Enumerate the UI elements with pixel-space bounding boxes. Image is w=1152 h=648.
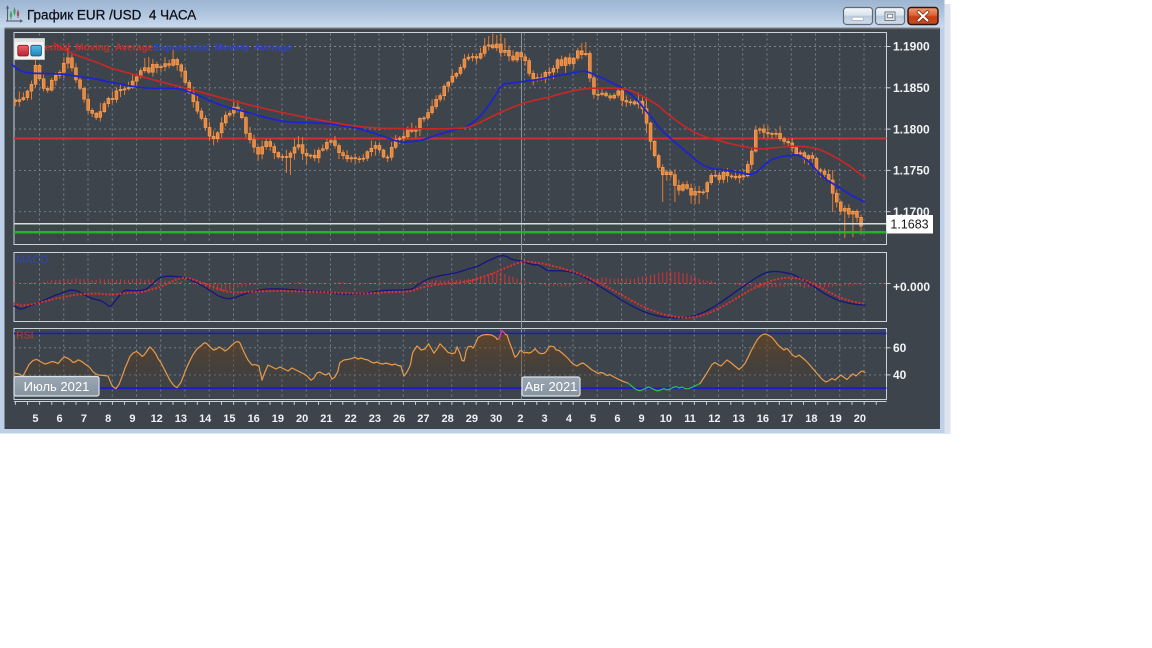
svg-text:1.1683: 1.1683 <box>890 218 928 232</box>
svg-text:1.1900: 1.1900 <box>893 40 930 54</box>
svg-text:20: 20 <box>296 413 308 425</box>
svg-text:7: 7 <box>81 413 87 425</box>
svg-text:8: 8 <box>105 413 111 425</box>
svg-text:Июль 2021: Июль 2021 <box>24 379 90 394</box>
svg-text:2: 2 <box>517 413 523 425</box>
svg-text:14: 14 <box>199 413 212 425</box>
svg-text:3: 3 <box>542 413 548 425</box>
svg-text:40: 40 <box>893 368 907 382</box>
svg-text:4: 4 <box>566 413 573 425</box>
svg-text:13: 13 <box>732 413 744 425</box>
svg-text:5: 5 <box>590 413 596 425</box>
svg-text:RSI: RSI <box>16 330 34 342</box>
svg-text:13: 13 <box>175 413 187 425</box>
svg-text:9: 9 <box>129 413 135 425</box>
svg-text:График EUR /USD 4 ЧАСА: График EUR /USD 4 ЧАСА <box>27 8 196 23</box>
svg-text:5: 5 <box>32 413 38 425</box>
svg-text:21: 21 <box>320 413 332 425</box>
svg-text:16: 16 <box>757 413 769 425</box>
svg-text:19: 19 <box>272 413 284 425</box>
svg-text:16: 16 <box>248 413 260 425</box>
svg-text:12: 12 <box>708 413 720 425</box>
svg-text:+0.000: +0.000 <box>893 280 930 294</box>
svg-text:30: 30 <box>490 413 502 425</box>
svg-text:19: 19 <box>829 413 841 425</box>
svg-text:15: 15 <box>223 413 235 425</box>
svg-text:18: 18 <box>805 413 817 425</box>
svg-text:1.1750: 1.1750 <box>893 164 930 178</box>
svg-text:29: 29 <box>466 413 478 425</box>
svg-text:27: 27 <box>417 413 429 425</box>
svg-text:12: 12 <box>151 413 163 425</box>
svg-text:Авг 2021: Авг 2021 <box>525 379 578 394</box>
svg-text:22: 22 <box>344 413 356 425</box>
svg-text:6: 6 <box>614 413 620 425</box>
svg-text:Exponential_Moving_Average: Exponential_Moving_Average <box>154 43 293 54</box>
svg-text:MACD: MACD <box>16 254 48 266</box>
svg-text:20: 20 <box>854 413 866 425</box>
svg-text:6: 6 <box>57 413 63 425</box>
svg-text:11: 11 <box>684 413 696 425</box>
svg-text:10: 10 <box>660 413 672 425</box>
svg-text:1.1800: 1.1800 <box>893 122 930 136</box>
svg-text:28: 28 <box>441 413 453 425</box>
svg-text:17: 17 <box>781 413 793 425</box>
svg-text:9: 9 <box>639 413 645 425</box>
svg-text:1.1850: 1.1850 <box>893 81 930 95</box>
svg-text:60: 60 <box>893 341 907 355</box>
svg-text:23: 23 <box>369 413 381 425</box>
svg-text:26: 26 <box>393 413 405 425</box>
